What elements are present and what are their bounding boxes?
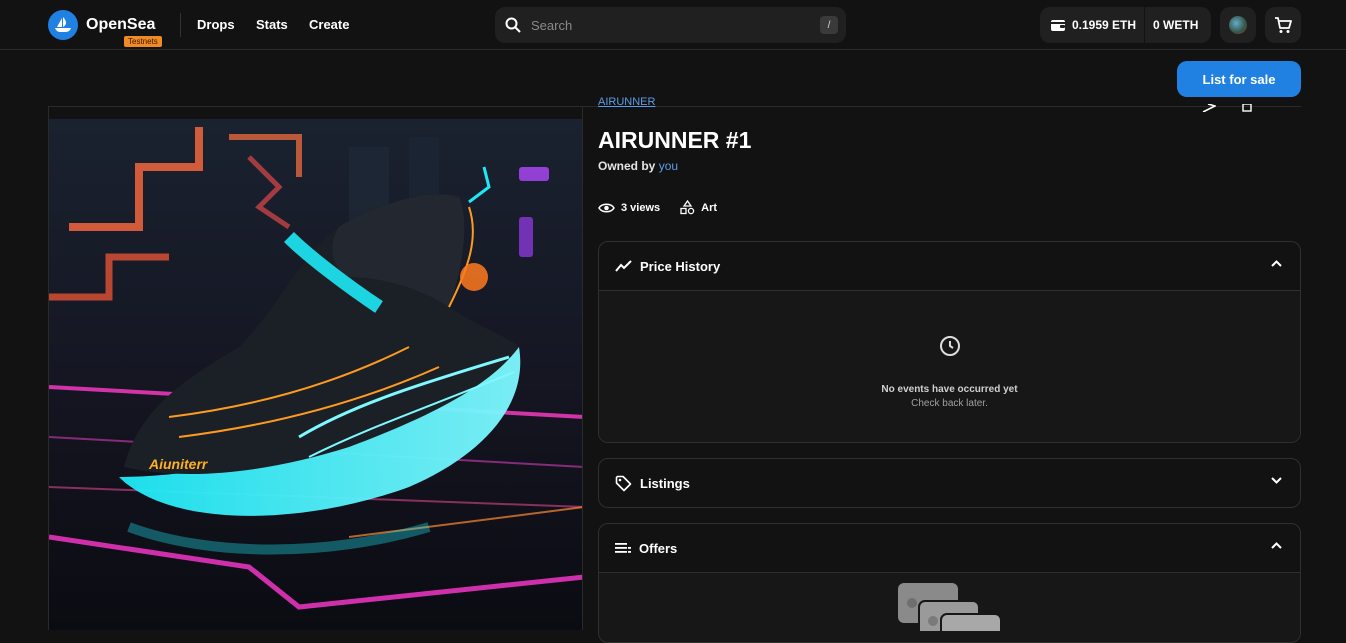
views-label: 3 views <box>621 201 661 214</box>
search-icon <box>505 17 521 33</box>
testnet-badge: Testnets <box>124 36 162 47</box>
search-shortcut-key: / <box>820 16 838 34</box>
listings-label: Listings <box>640 475 690 491</box>
offers-label: Offers <box>639 540 678 556</box>
price-history-panel: Price History No events have occurred ye… <box>598 241 1301 443</box>
collection-link[interactable]: AIRUNNER <box>598 96 655 108</box>
empty-state-title: No events have occurred yet <box>881 384 1018 395</box>
views-count: 3 views <box>598 202 660 214</box>
boat-logo-icon <box>48 10 78 40</box>
offers-panel: Offers <box>598 523 1301 643</box>
clock-icon <box>939 336 960 356</box>
cart-button[interactable] <box>1265 7 1301 43</box>
eth-balance: 0.1959 ETH <box>1072 18 1137 32</box>
weth-balance: 0 WETH <box>1153 18 1199 32</box>
chevron-down-icon[interactable] <box>1271 477 1282 484</box>
nav-link-stats[interactable]: Stats <box>256 17 288 32</box>
list-for-sale-button[interactable]: List for sale <box>1177 61 1301 97</box>
brand-name: OpenSea <box>86 16 156 33</box>
listings-header[interactable]: Listings <box>599 459 1300 507</box>
share-icon[interactable] <box>1202 99 1218 117</box>
empty-state-subtitle: Check back later. <box>911 398 988 409</box>
eye-icon <box>598 203 615 212</box>
search-input[interactable] <box>531 17 801 33</box>
chevron-up-icon[interactable] <box>1271 260 1282 267</box>
wallet-balance[interactable]: 0.1959 ETH 0 WETH <box>1040 7 1211 43</box>
tag-icon <box>615 475 632 491</box>
chevron-up-icon[interactable] <box>1271 542 1282 549</box>
category-label: Art <box>701 201 718 214</box>
wallet-icon <box>1051 20 1065 31</box>
cart-icon <box>1275 17 1292 33</box>
nft-image[interactable]: Aiuniterr <box>48 106 583 630</box>
price-history-label: Price History <box>640 258 721 274</box>
offers-body <box>599 572 1300 642</box>
nav-divider <box>180 13 181 37</box>
nav-link-drops[interactable]: Drops <box>197 17 235 32</box>
wallet-divider <box>1144 7 1146 43</box>
top-navigation: OpenSea Testnets Drops Stats Create / 0.… <box>0 0 1346 50</box>
profile-button[interactable] <box>1220 7 1256 43</box>
owner-line: Owned by you <box>598 159 678 173</box>
nav-link-create[interactable]: Create <box>309 17 349 32</box>
search-bar[interactable]: / <box>495 7 846 43</box>
offers-header[interactable]: Offers <box>599 524 1300 572</box>
copy-icon[interactable] <box>1241 99 1253 117</box>
trend-line-icon <box>615 260 632 272</box>
item-stats: 3 views Art <box>598 200 737 215</box>
listings-panel: Listings <box>598 458 1301 508</box>
category-tag[interactable]: Art <box>680 200 717 215</box>
list-icon <box>615 543 631 553</box>
avatar <box>1229 16 1247 34</box>
price-history-body: No events have occurred yet Check back l… <box>599 290 1300 442</box>
owner-link[interactable]: you <box>659 159 678 173</box>
empty-offers-illustration <box>898 583 1002 631</box>
owned-by-label: Owned by <box>598 159 656 173</box>
shoe-brand-text: Aiuniterr <box>148 456 209 472</box>
shapes-icon <box>680 200 695 215</box>
price-history-header[interactable]: Price History <box>599 242 1300 290</box>
item-title: AIRUNNER #1 <box>598 127 752 153</box>
